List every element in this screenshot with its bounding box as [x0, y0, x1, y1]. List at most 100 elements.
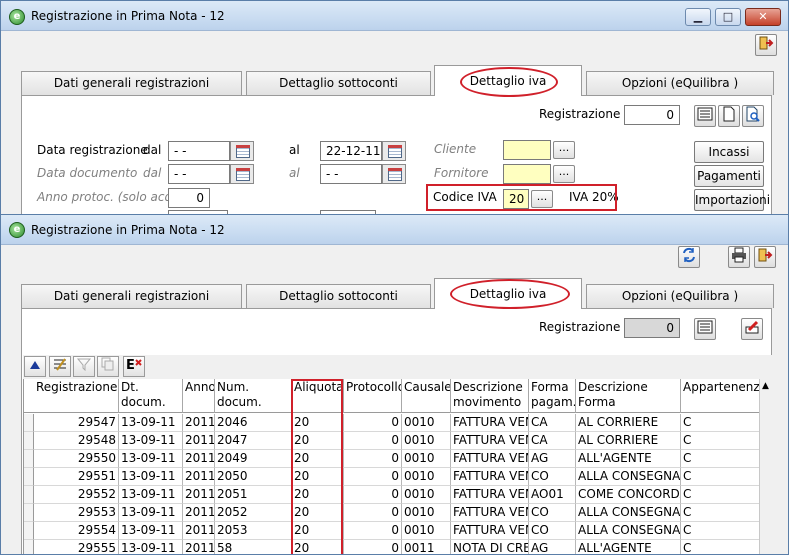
cell-forma-pagam[interactable]: CA [529, 414, 576, 432]
calendar-icon[interactable] [382, 141, 406, 161]
table-row[interactable]: 2955413-09-11201120532000010FATTURA VEND… [24, 522, 773, 540]
tab-opzioni[interactable]: Opzioni (eQuilibra ) [586, 71, 774, 95]
table-row[interactable]: 2955313-09-11201120522000010FATTURA VEND… [24, 504, 773, 522]
cliente-field[interactable] [503, 140, 551, 160]
cell-descrizione-movimento[interactable]: FATTURA VENDITA [451, 468, 529, 486]
tab-dati-generali[interactable]: Dati generali registrazioni [21, 71, 242, 95]
close-button[interactable]: ✕ [745, 8, 781, 26]
tab-dettaglio-iva[interactable]: Dettaglio iva [434, 65, 582, 96]
cell-descrizione-forma-pagam[interactable]: ALLA CONSEGNA [576, 468, 681, 486]
cell-anno[interactable]: 2011 [183, 414, 215, 432]
cell-anno[interactable]: 2011 [183, 450, 215, 468]
cell-aliquota[interactable]: 20 [292, 486, 344, 504]
new-document-icon[interactable] [718, 105, 740, 127]
data-registrazione-dal-field[interactable]: - - [168, 141, 230, 161]
cell-registrazione[interactable]: 29552 [34, 486, 119, 504]
cell-causale[interactable]: 0010 [402, 504, 451, 522]
cell-aliquota[interactable]: 20 [292, 540, 344, 554]
maximize-button[interactable]: □ [715, 8, 741, 26]
tab-dettaglio-iva[interactable]: Dettaglio iva [434, 278, 582, 309]
cell-num-docum[interactable]: 58 [215, 540, 292, 554]
cell-causale[interactable]: 0010 [402, 450, 451, 468]
cell-appartenenza[interactable]: C [681, 486, 761, 504]
cell-registrazione[interactable]: 29550 [34, 450, 119, 468]
cell-num-docum[interactable]: 2049 [215, 450, 292, 468]
cell-registrazione[interactable]: 29551 [34, 468, 119, 486]
importazioni-button[interactable]: Importazioni [694, 189, 770, 211]
cell-aliquota[interactable]: 20 [292, 522, 344, 540]
cell-aliquota[interactable]: 20 [292, 450, 344, 468]
fornitore-lookup-button[interactable]: ... [553, 165, 575, 183]
cell-dt-docum[interactable]: 13-09-11 [119, 414, 183, 432]
column-header-appartenenza[interactable]: Appartenenza [681, 379, 761, 413]
codice-iva-lookup-button[interactable]: ... [531, 190, 553, 208]
cell-descrizione-forma-pagam[interactable]: ALL'AGENTE [576, 540, 681, 554]
cell-descrizione-movimento[interactable]: FATTURA VENDITA [451, 414, 529, 432]
cell-appartenenza[interactable]: C [681, 468, 761, 486]
cell-protocollo[interactable]: 0 [344, 486, 402, 504]
cell-appartenenza[interactable]: C [681, 540, 761, 554]
cell-anno[interactable]: 2011 [183, 486, 215, 504]
print-icon[interactable] [728, 246, 750, 268]
refresh-icon[interactable] [678, 246, 700, 268]
table-row[interactable]: 2955013-09-11201120492000010FATTURA VEND… [24, 450, 773, 468]
column-header-protocollo[interactable]: Protocollo [344, 379, 402, 413]
cell-causale[interactable]: 0010 [402, 414, 451, 432]
cell-descrizione-movimento[interactable]: FATTURA VENDITA [451, 522, 529, 540]
cell-registrazione[interactable]: 29553 [34, 504, 119, 522]
cell-appartenenza[interactable]: C [681, 432, 761, 450]
cell-appartenenza[interactable]: C [681, 504, 761, 522]
row-indicator[interactable] [24, 468, 34, 486]
cell-dt-docum[interactable]: 13-09-11 [119, 486, 183, 504]
row-indicator[interactable] [24, 504, 34, 522]
cell-num-docum[interactable]: 2047 [215, 432, 292, 450]
filter-icon[interactable] [73, 356, 95, 377]
copy-icon[interactable] [97, 356, 119, 377]
cell-protocollo[interactable]: 0 [344, 432, 402, 450]
cell-dt-docum[interactable]: 13-09-11 [119, 432, 183, 450]
column-header-registrazione[interactable]: Registrazione [34, 379, 119, 413]
cell-dt-docum[interactable]: 13-09-11 [119, 504, 183, 522]
cell-forma-pagam[interactable]: AO01 [529, 486, 576, 504]
cell-num-docum[interactable]: 2053 [215, 522, 292, 540]
cell-forma-pagam[interactable]: CO [529, 468, 576, 486]
cell-causale[interactable]: 0010 [402, 486, 451, 504]
tab-opzioni[interactable]: Opzioni (eQuilibra ) [586, 284, 774, 308]
cell-dt-docum[interactable]: 13-09-11 [119, 540, 183, 554]
cell-causale[interactable]: 0011 [402, 540, 451, 554]
search-document-icon[interactable] [742, 105, 764, 127]
cell-descrizione-movimento[interactable]: FATTURA VENDITA [451, 450, 529, 468]
cell-aliquota[interactable]: 20 [292, 414, 344, 432]
collapse-up-icon[interactable] [24, 356, 46, 377]
cell-anno[interactable]: 2011 [183, 432, 215, 450]
cell-appartenenza[interactable]: C [681, 522, 761, 540]
cell-protocollo[interactable]: 0 [344, 450, 402, 468]
cell-anno[interactable]: 2011 [183, 504, 215, 522]
tab-dettaglio-sottoconti[interactable]: Dettaglio sottoconti [246, 284, 431, 308]
cell-num-docum[interactable]: 2050 [215, 468, 292, 486]
cell-registrazione[interactable]: 29548 [34, 432, 119, 450]
fornitore-field[interactable] [503, 164, 551, 184]
export-excel-icon[interactable]: E [123, 356, 145, 377]
cell-protocollo[interactable]: 0 [344, 414, 402, 432]
calendar-icon[interactable] [382, 164, 406, 184]
row-indicator[interactable] [24, 432, 34, 450]
cell-num-docum[interactable]: 2052 [215, 504, 292, 522]
cell-anno[interactable]: 2011 [183, 540, 215, 554]
tab-dettaglio-sottoconti[interactable]: Dettaglio sottoconti [246, 71, 431, 95]
registrazione-field[interactable]: 0 [624, 105, 680, 125]
report-icon[interactable] [694, 105, 716, 127]
column-header-descrizione-movimento[interactable]: Descrizione movimento [451, 379, 529, 413]
row-indicator[interactable] [24, 540, 34, 554]
cell-num-docum[interactable]: 2051 [215, 486, 292, 504]
cell-protocollo[interactable]: 0 [344, 468, 402, 486]
calendar-icon[interactable] [230, 164, 254, 184]
anno-protoc-field[interactable]: 0 [168, 188, 210, 208]
cell-causale[interactable]: 0010 [402, 432, 451, 450]
data-documento-al-field[interactable]: - - [320, 164, 382, 184]
column-header-causale[interactable]: Causale [402, 379, 451, 413]
cell-descrizione-forma-pagam[interactable]: ALLA CONSEGNA [576, 522, 681, 540]
cell-causale[interactable]: 0010 [402, 468, 451, 486]
exit-icon[interactable] [755, 34, 777, 56]
pagamenti-button[interactable]: Pagamenti [694, 165, 764, 187]
